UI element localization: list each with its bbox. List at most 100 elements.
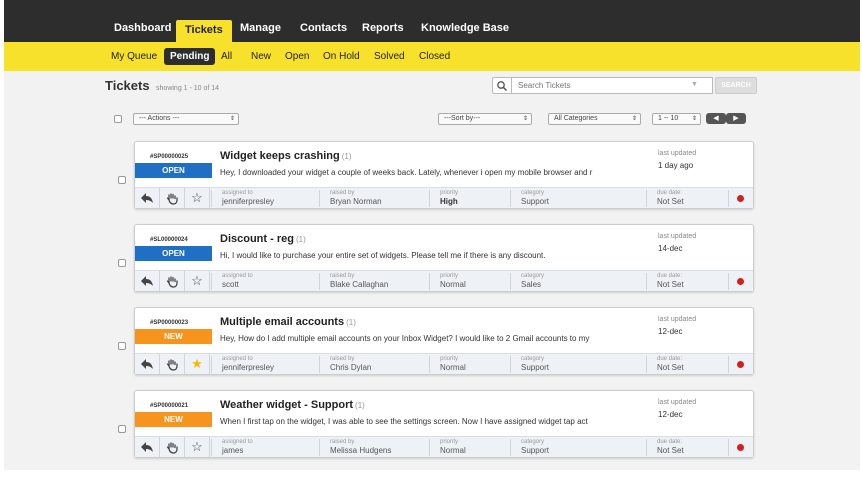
priority-field: priority Normal	[429, 273, 511, 290]
ticket-id: #SP00000023	[150, 320, 189, 326]
ticket-subject[interactable]: Weather widget - Support (1)	[220, 399, 365, 411]
assigned-to-field: assigned to jenniferpresley	[211, 356, 304, 373]
due-date-value: Not Set	[657, 363, 684, 372]
last-updated-label: last updated	[658, 233, 697, 240]
sub-nav: My Queue Pending All New Open On Hold So…	[4, 42, 860, 71]
ticket-id: #SL00000024	[150, 237, 188, 243]
ticket-card[interactable]: #SP00000021 NEW Weather widget - Support…	[118, 390, 754, 458]
next-page-button[interactable]: ▶	[726, 113, 746, 124]
reply-count: (1)	[295, 235, 306, 244]
ticket-subject-text[interactable]: Widget keeps crashing	[220, 150, 340, 162]
due-date-value: Not Set	[657, 280, 684, 289]
prev-page-button[interactable]: ◀	[706, 113, 726, 124]
last-updated-label: last updated	[658, 399, 697, 406]
ticket-checkbox[interactable]	[118, 259, 126, 267]
priority-label: priority	[440, 190, 459, 196]
results-count: showing 1 - 10 of 14	[156, 85, 220, 92]
nav-dashboard[interactable]: Dashboard	[105, 15, 180, 42]
ticket-subject[interactable]: Widget keeps crashing (1)	[220, 150, 352, 162]
category-select[interactable]: All Categories ⇕	[548, 113, 641, 125]
nav-contacts[interactable]: Contacts	[291, 15, 356, 42]
star-icon[interactable]: ★	[185, 354, 210, 374]
ticket-checkbox[interactable]	[118, 176, 126, 184]
category-field: category Sales	[510, 273, 645, 290]
raised-by-field: raised by Bryan Norman	[319, 190, 431, 207]
ticket-preview: Hey, I downloaded your widget a couple o…	[220, 168, 593, 177]
actions-select[interactable]: --- Actions --- ⇕	[133, 113, 239, 125]
raised-by-field: raised by Melissa Hudgens	[319, 439, 431, 456]
assigned-to-value: scott	[222, 280, 239, 289]
nav-reports[interactable]: Reports	[353, 15, 413, 42]
subnav-my-queue[interactable]: My Queue	[105, 49, 163, 64]
ticket-subject-text[interactable]: Multiple email accounts	[220, 316, 344, 328]
priority-value: Normal	[440, 280, 466, 289]
subnav-open[interactable]: Open	[279, 49, 315, 64]
subnav-new[interactable]: New	[245, 49, 277, 64]
nav-manage[interactable]: Manage	[231, 15, 290, 42]
star-icon[interactable]: ☆	[185, 188, 210, 208]
reply-count: (1)	[355, 401, 365, 410]
raised-by-label: raised by	[330, 356, 355, 362]
last-updated-label: last updated	[658, 316, 697, 323]
search-bar: ▼ SEARCH	[492, 77, 757, 94]
ticket-subject-text[interactable]: Weather widget - Support	[220, 399, 353, 411]
ticket-preview: Hi, I would like to purchase your entire…	[220, 251, 546, 260]
hand-icon[interactable]	[160, 271, 185, 291]
ticket-checkbox[interactable]	[118, 425, 126, 433]
chevron-down-icon[interactable]: ▼	[691, 81, 698, 88]
category-label: category	[521, 356, 545, 362]
due-date-field: due date: Not Set	[646, 439, 728, 456]
star-icon[interactable]: ☆	[185, 437, 210, 457]
ticket-meta-bar: ☆ assigned to scott raised by Blake Call…	[135, 270, 753, 291]
subnav-closed[interactable]: Closed	[413, 49, 456, 64]
due-date-field: due date: Not Set	[646, 273, 728, 290]
reply-icon[interactable]	[135, 188, 160, 208]
star-icon[interactable]: ☆	[185, 271, 210, 291]
status-badge: OPEN	[135, 163, 212, 178]
ticket-card[interactable]: #SP00000025 OPEN Widget keeps crashing (1…	[118, 141, 754, 209]
range-select[interactable]: 1 -- 10 ⇕	[652, 113, 701, 125]
subnav-solved[interactable]: Solved	[368, 49, 411, 64]
hand-icon[interactable]	[160, 354, 185, 374]
assigned-to-field: assigned to jenniferpresley	[211, 190, 304, 207]
assigned-to-value: jenniferpresley	[222, 197, 275, 206]
raised-by-value: Chris Dylan	[330, 363, 372, 372]
subnav-pending[interactable]: Pending	[164, 48, 216, 65]
ticket-meta-bar: ★ assigned to jenniferpresley raised by …	[135, 353, 753, 374]
select-all-checkbox[interactable]	[114, 115, 122, 123]
subnav-on-hold[interactable]: On Hold	[317, 49, 366, 64]
priority-label: priority	[440, 439, 459, 445]
reply-count: (1)	[346, 318, 356, 327]
nav-tickets[interactable]: Tickets	[176, 20, 232, 42]
reply-icon[interactable]	[135, 354, 160, 374]
sort-select[interactable]: ---Sort by--- ⇕	[438, 113, 532, 125]
ticket-subject[interactable]: Discount - reg (1)	[220, 233, 306, 245]
raised-by-field: raised by Blake Callaghan	[319, 273, 431, 290]
ticket-checkbox[interactable]	[118, 342, 126, 350]
ticket-card[interactable]: #SL00000024 OPEN Discount - reg (1) Hi, I…	[118, 224, 754, 292]
ticket-preview: Hey, How do I add multiple email account…	[220, 334, 590, 343]
divider	[728, 190, 729, 207]
search-input[interactable]	[512, 77, 713, 94]
category-field: category Support	[510, 439, 645, 456]
due-date-field: due date: Not Set	[646, 190, 728, 207]
search-icon[interactable]	[492, 77, 512, 94]
ticket-card[interactable]: #SP00000023 NEW Multiple email accounts(…	[118, 307, 754, 375]
subnav-all[interactable]: All	[215, 49, 238, 64]
category-value: Support	[521, 197, 550, 206]
raised-by-label: raised by	[330, 190, 355, 196]
due-date-value: Not Set	[657, 197, 684, 206]
nav-knowledge-base[interactable]: Knowledge Base	[412, 15, 518, 42]
hand-icon[interactable]	[160, 188, 185, 208]
app-frame: Dashboard Tickets Manage Contacts Report…	[4, 0, 860, 470]
raised-by-value: Melissa Hudgens	[330, 446, 392, 455]
hand-icon[interactable]	[160, 437, 185, 457]
due-date-field: due date: Not Set	[646, 356, 728, 373]
priority-value: Normal	[440, 363, 466, 372]
ticket-subject-text[interactable]: Discount - reg	[220, 233, 294, 245]
reply-icon[interactable]	[135, 271, 160, 291]
search-button[interactable]: SEARCH	[715, 77, 757, 94]
assigned-to-field: assigned to james	[211, 439, 304, 456]
ticket-subject[interactable]: Multiple email accounts (1)	[220, 316, 356, 328]
reply-icon[interactable]	[135, 437, 160, 457]
